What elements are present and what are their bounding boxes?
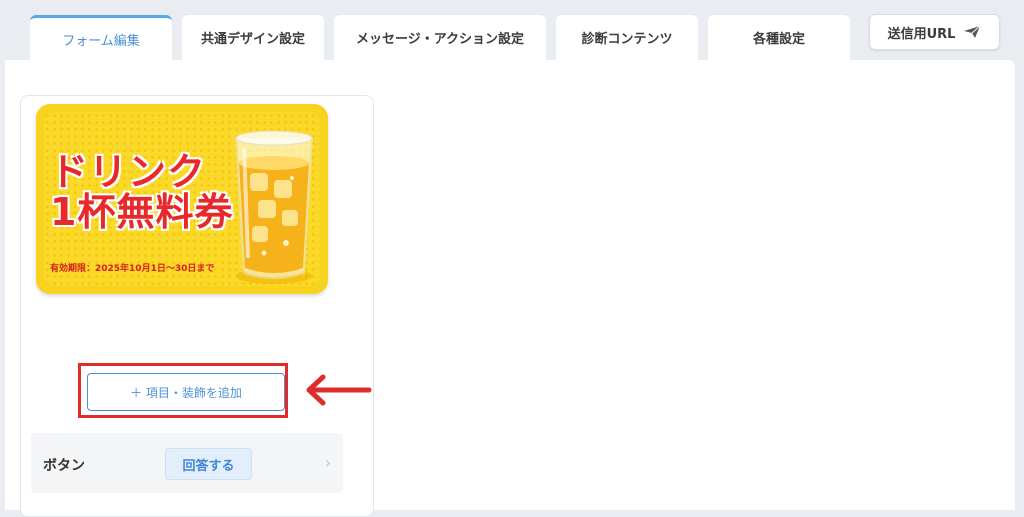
- coupon-title-line2: 1杯無料券: [50, 190, 234, 234]
- tab-diagnosis-content[interactable]: 診断コンテンツ: [556, 15, 698, 60]
- tab-message-action[interactable]: メッセージ・アクション設定: [334, 15, 546, 60]
- coupon-title: ドリンク 1杯無料券: [50, 152, 233, 232]
- send-url-button[interactable]: 送信用URL: [869, 14, 1000, 50]
- add-item-button[interactable]: ＋ 項目・装飾を追加: [87, 373, 285, 411]
- tab-common-design[interactable]: 共通デザイン設定: [182, 15, 324, 60]
- coupon-validity: 有効期限：2025年10月1日〜30日まで: [50, 264, 215, 274]
- send-url-label: 送信用URL: [887, 26, 956, 42]
- coupon-image[interactable]: ドリンク 1杯無料券 有効期限：2025年10月1日〜30日まで: [36, 104, 328, 294]
- button-row[interactable]: ボタン 回答する ›: [31, 433, 343, 493]
- paper-plane-icon: [964, 25, 981, 38]
- chevron-right-icon: ›: [324, 453, 331, 472]
- coupon-title-line1: ドリンク: [50, 150, 207, 194]
- tab-various-settings[interactable]: 各種設定: [708, 15, 850, 60]
- main-panel: ドリンク 1杯無料券 有効期限：2025年10月1日〜30日まで ＋ 項目・装飾…: [5, 60, 1015, 517]
- answer-button[interactable]: 回答する: [165, 448, 252, 480]
- arrow-left-icon: [306, 374, 372, 406]
- tab-form-edit[interactable]: フォーム編集: [30, 15, 172, 60]
- drink-glass-icon: [234, 130, 314, 284]
- tab-bar: フォーム編集 共通デザイン設定 メッセージ・アクション設定 診断コンテンツ 各種…: [0, 0, 1024, 60]
- button-row-label: ボタン: [43, 458, 85, 474]
